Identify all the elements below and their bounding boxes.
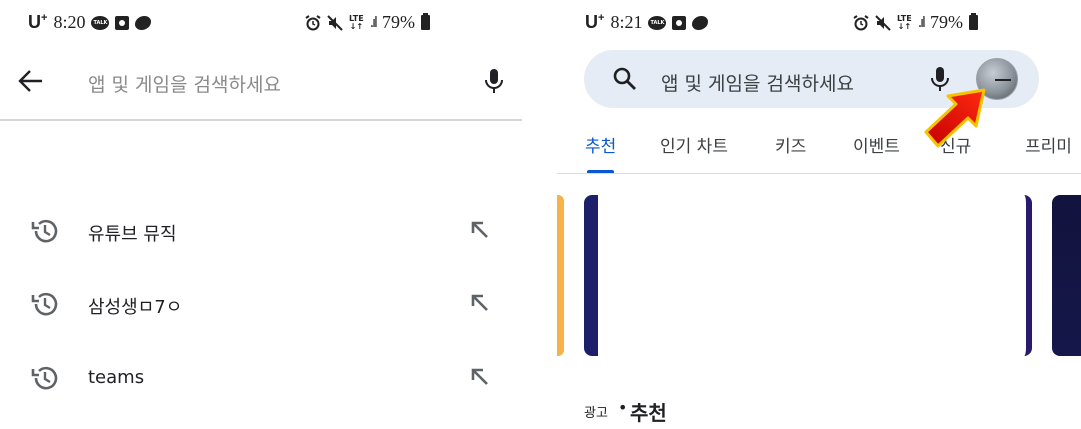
play-store-home-screen: U+ 8:21 TALK LTE ↓↑ .ıl 79% 앱 및 게임을 검색하세요… <box>557 0 1081 429</box>
mute-icon <box>875 14 891 31</box>
history-item[interactable]: 삼성생ㅁ7ㅇ <box>0 283 522 323</box>
tabs-divider <box>557 173 1081 174</box>
status-bar: U+ 8:20 TALK LTE ↓↑ .ıl 79% <box>0 12 522 36</box>
network-type: LTE ↓↑ <box>349 13 364 31</box>
status-bar: U+ 8:21 TALK LTE ↓↑ .ıl 79% <box>557 12 1081 36</box>
magnifier-icon[interactable] <box>612 66 638 92</box>
battery-icon <box>420 13 430 30</box>
kakaotalk-icon: TALK <box>648 15 667 30</box>
battery-icon <box>968 13 978 30</box>
kakaotalk-icon: TALK <box>91 15 110 30</box>
tab-top-charts[interactable]: 인기 차트 <box>660 132 728 157</box>
alarm-icon <box>305 14 321 30</box>
red-pointer-arrow <box>924 88 986 148</box>
history-item-label: 유튜브 뮤직 <box>88 224 177 245</box>
search-divider <box>0 119 522 121</box>
history-clock-icon <box>31 292 58 316</box>
search-history-screen: U+ 8:20 TALK LTE ↓↑ .ıl 79% 앱 및 게임을 검색하세요… <box>0 0 522 429</box>
separator-dot: • <box>618 398 628 417</box>
mute-icon <box>327 14 343 31</box>
carrier-label: U+ <box>28 12 48 32</box>
section-title: 추천 <box>630 401 667 425</box>
app-notification-icon <box>135 15 152 30</box>
app-notification-icon <box>692 15 709 30</box>
battery-percent: 79% <box>381 12 415 32</box>
banner-card-next[interactable] <box>1052 195 1081 356</box>
network-type: LTE ↓↑ <box>897 13 912 31</box>
status-time: 8:20 <box>53 12 86 32</box>
signal-icon: .ıl <box>369 14 378 31</box>
notification-icon <box>672 15 687 30</box>
history-item-label: 삼성생ㅁ7ㅇ <box>88 297 183 318</box>
tab-premium[interactable]: 프리미 <box>1025 132 1072 157</box>
history-item[interactable]: 유튜브 뮤직 <box>0 210 522 250</box>
status-time: 8:21 <box>610 12 643 32</box>
banner-card[interactable] <box>584 195 1032 356</box>
arrow-up-left-icon[interactable] <box>468 218 492 242</box>
arrow-up-left-icon[interactable] <box>468 291 492 315</box>
tab-kids[interactable]: 키즈 <box>775 132 806 157</box>
ad-label: 광고 <box>584 406 608 421</box>
signal-icon: .ıl <box>917 14 926 31</box>
history-item-label: teams <box>88 367 145 388</box>
history-item[interactable]: teams <box>0 357 522 397</box>
banner-card-partial[interactable] <box>557 195 564 356</box>
category-tabs: 추천 인기 차트 키즈 이벤트 신규 프리미 <box>557 120 1081 174</box>
tab-events[interactable]: 이벤트 <box>853 132 900 157</box>
battery-percent: 79% <box>929 12 963 32</box>
arrow-up-left-icon[interactable] <box>468 365 492 389</box>
microphone-icon[interactable] <box>482 66 506 96</box>
notification-icon <box>115 15 130 30</box>
tab-recommended[interactable]: 추천 <box>585 132 616 157</box>
history-clock-icon <box>31 366 58 390</box>
back-arrow-icon[interactable] <box>16 66 46 96</box>
alarm-icon <box>853 14 869 30</box>
search-input[interactable]: 앱 및 게임을 검색하세요 <box>88 70 281 97</box>
history-clock-icon <box>31 219 58 243</box>
carrier-label: U+ <box>585 12 605 32</box>
search-input[interactable]: 앱 및 게임을 검색하세요 <box>661 69 854 96</box>
